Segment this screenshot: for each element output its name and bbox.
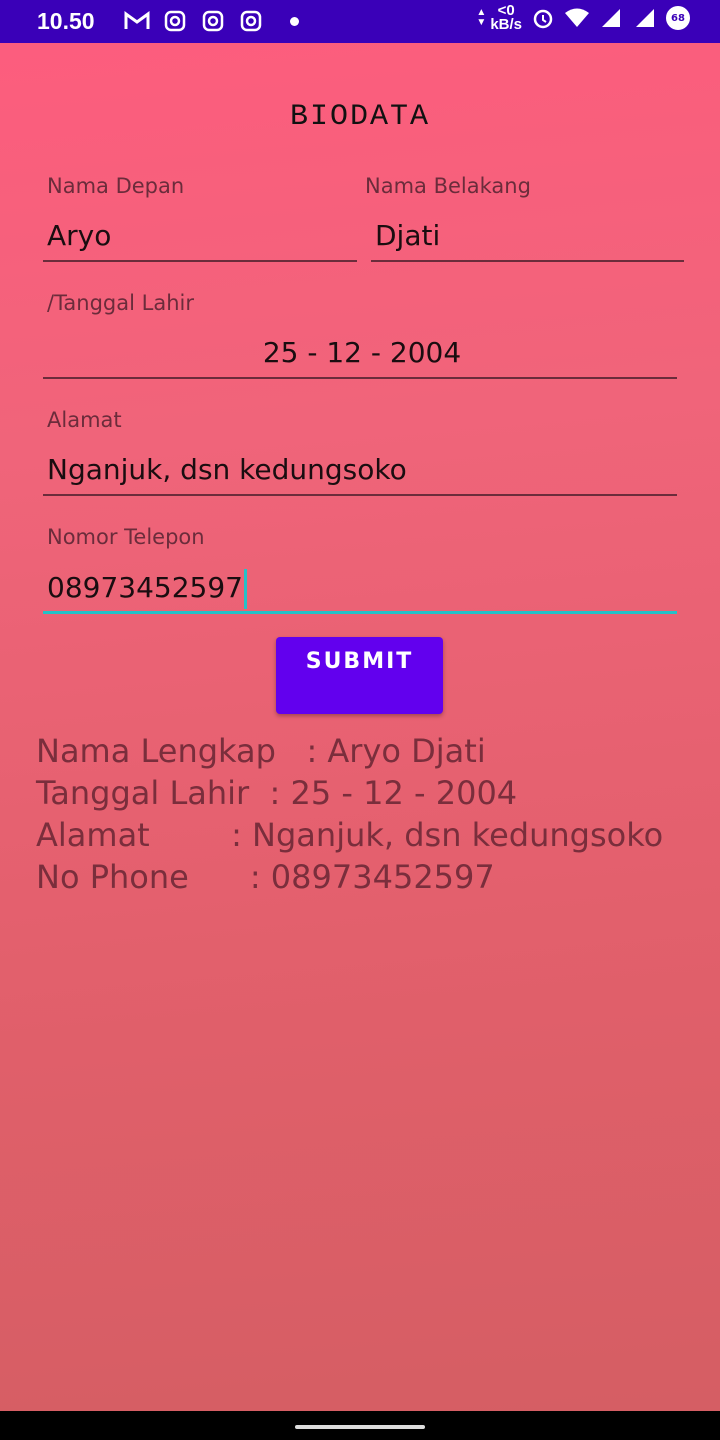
data-arrows-icon: ▲ ▼ <box>476 7 487 28</box>
notification-icons <box>124 9 299 33</box>
signal-icon <box>598 6 624 30</box>
birth-date-label: /Tanggal Lahir <box>47 291 194 315</box>
status-time: 10.50 <box>37 8 95 34</box>
result-phone: No Phone : 08973452597 <box>36 858 495 896</box>
phone-value: 08973452597 <box>47 571 243 604</box>
result-output: Nama Lengkap : Aryo Djati Tanggal Lahir :… <box>36 730 663 898</box>
birth-date-input[interactable]: 25 - 12 - 2004 <box>43 331 677 379</box>
instagram-icon <box>162 9 188 33</box>
status-bar: 10.50 ▲ ▼ <0 kB/s 68 <box>0 0 720 43</box>
last-name-input[interactable]: Djati <box>371 214 684 262</box>
page-title: BIODATA <box>289 100 431 134</box>
text-cursor <box>243 569 247 609</box>
gmail-icon <box>124 9 150 33</box>
first-name-input[interactable]: Aryo <box>43 214 357 262</box>
phone-input[interactable]: 08973452597 <box>43 566 677 614</box>
address-input[interactable]: Nganjuk, dsn kedungsoko <box>43 448 677 496</box>
result-birth-date: Tanggal Lahir : 25 - 12 - 2004 <box>36 774 518 812</box>
submit-button[interactable]: SUBMIT <box>276 637 443 714</box>
wifi-icon <box>564 6 590 30</box>
result-full-name: Nama Lengkap : Aryo Djati <box>36 732 486 770</box>
first-name-label: Nama Depan <box>47 174 185 198</box>
phone-label: Nomor Telepon <box>47 525 205 549</box>
network-speed: ▲ ▼ <0 kB/s <box>476 3 522 33</box>
signal-icon <box>632 6 658 30</box>
result-address: Alamat : Nganjuk, dsn kedungsoko <box>36 816 664 854</box>
speed-unit: kB/s <box>490 16 522 33</box>
home-gesture-handle[interactable] <box>295 1425 425 1429</box>
notification-dot-icon <box>290 16 299 26</box>
status-right: ▲ ▼ <0 kB/s 68 <box>476 3 690 33</box>
address-label: Alamat <box>47 408 122 432</box>
battery-icon: 68 <box>666 6 690 30</box>
navigation-bar <box>0 1411 720 1440</box>
last-name-label: Nama Belakang <box>365 174 531 198</box>
alarm-icon <box>530 6 556 30</box>
instagram-icon <box>238 9 264 33</box>
instagram-icon <box>200 9 226 33</box>
